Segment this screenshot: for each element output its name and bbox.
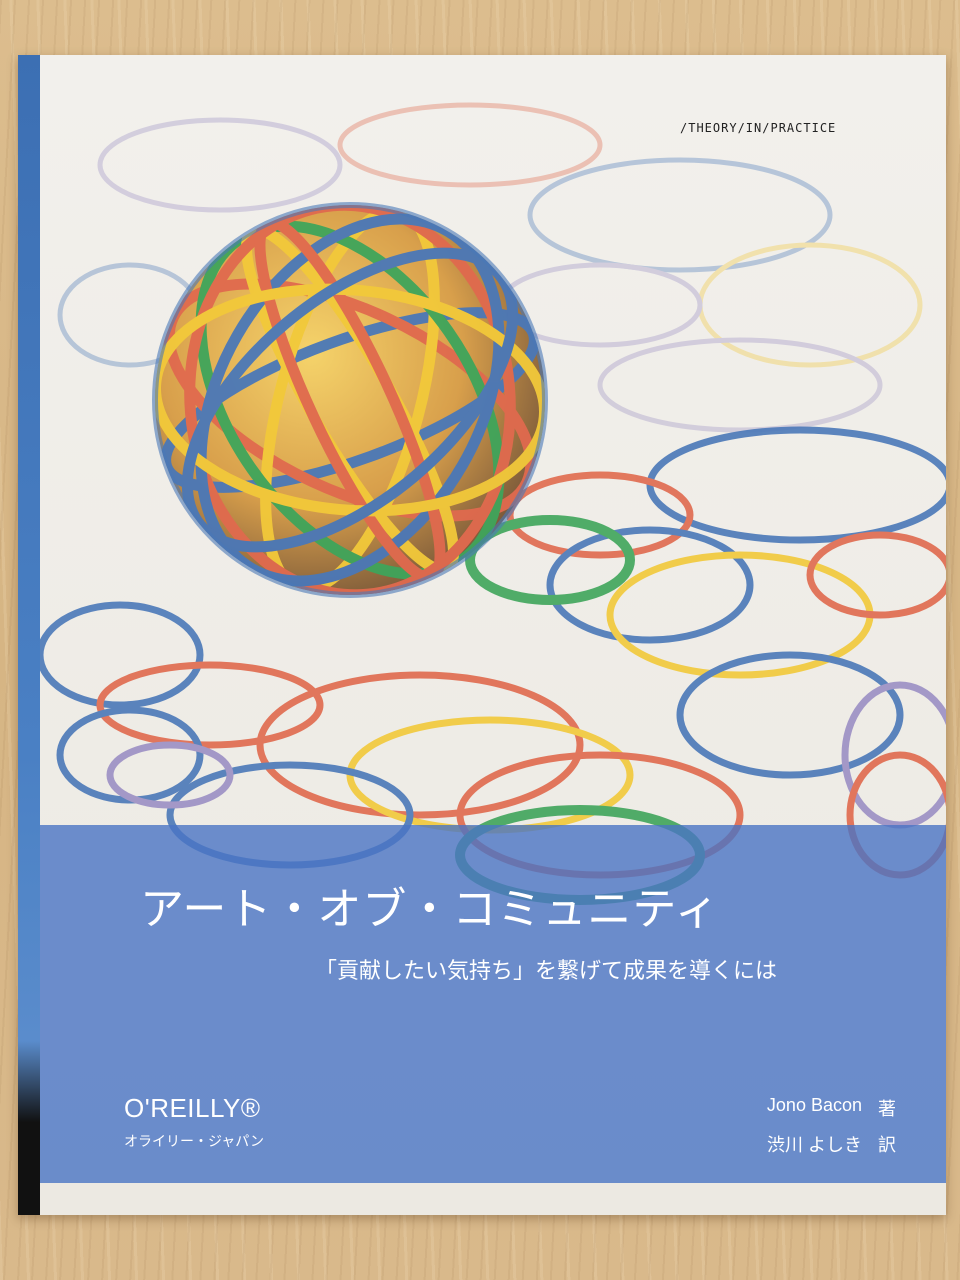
book-title: アート・オブ・コミュニティ — [140, 884, 720, 935]
translator-credit: 渋川 よしき 訳 — [656, 1131, 896, 1157]
author-credit: Jono Bacon 著 — [656, 1095, 896, 1121]
publisher-name: オライリー・ジャパン — [124, 1134, 264, 1150]
title-panel: アート・オブ・コミュニティ 「貢献したい気持ち」を繋げて成果を導くには O'RE… — [40, 825, 946, 1183]
author-name: Jono Bacon — [766, 1095, 862, 1115]
book-spine-edge — [18, 55, 40, 1215]
credits: Jono Bacon 著 渋川 よしき 訳 — [656, 1095, 896, 1167]
translator-name: 渋川 よしき — [766, 1135, 862, 1155]
book-subtitle: 「貢献したい気持ち」を繋げて成果を導くには — [315, 959, 778, 984]
series-label: /THEORY/IN/PRACTICE — [680, 121, 837, 135]
book-cover: /THEORY/IN/PRACTICE アート・オブ・コミュニティ 「貢献したい… — [18, 55, 946, 1215]
author-role: 著 — [878, 1099, 896, 1119]
translator-role: 訳 — [878, 1135, 896, 1155]
publisher-logo: O'REILLY® — [124, 1093, 261, 1123]
